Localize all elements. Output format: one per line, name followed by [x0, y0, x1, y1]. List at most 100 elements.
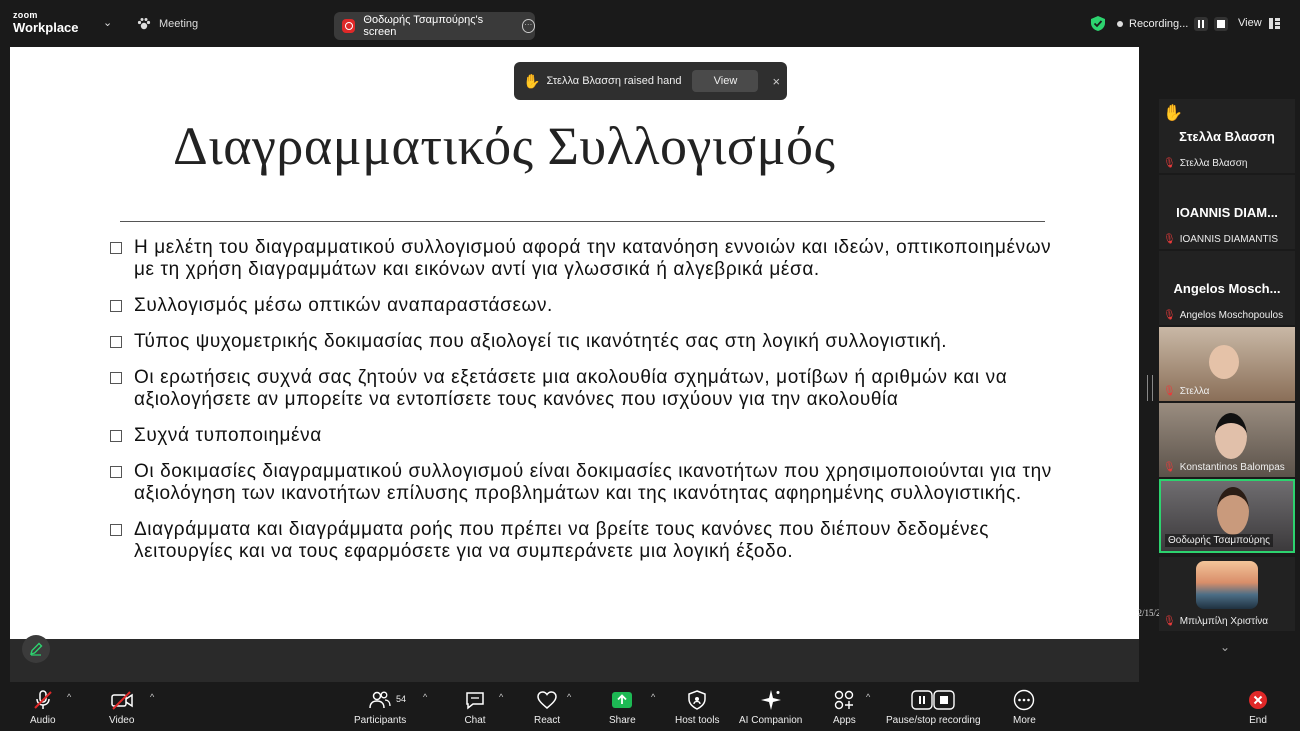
end-meeting-button[interactable]: End [1248, 688, 1268, 726]
share-screen-icon [611, 688, 633, 712]
participant-tile[interactable]: ✋ Στελλα Βλασση 🎙︎ Στελλα Βλασση [1159, 99, 1295, 173]
chat-label: Chat [464, 715, 486, 726]
close-icon[interactable]: × [772, 74, 780, 89]
participant-name-label: 🎙︎ Konstantinos Balompas [1163, 462, 1285, 473]
sparkle-icon [760, 688, 782, 712]
apps-label: Apps [833, 715, 856, 726]
logo-line2: Workplace [13, 20, 79, 35]
pencil-icon [29, 642, 43, 656]
pause-recording-button[interactable] [1194, 17, 1209, 31]
panel-resize-handle[interactable] [1147, 375, 1153, 401]
audio-label: Audio [30, 715, 56, 726]
bullet-list: Η μελέτη του διαγραμματικού συλλογισμού … [110, 237, 1060, 577]
ai-companion-button[interactable]: AI Companion [739, 688, 802, 726]
participant-video-tile[interactable]: 🎙︎ Konstantinos Balompas [1159, 403, 1295, 477]
participant-name-label: 🎙︎ Angelos Moschopoulos [1163, 310, 1284, 321]
participant-tile[interactable]: 🎙︎ Μπιλμπίλη Χριστίνα [1159, 557, 1295, 631]
more-icon [1013, 688, 1035, 712]
checkbox-bullet-icon [110, 524, 122, 536]
stop-recording-button[interactable] [1214, 17, 1229, 31]
screen-share-pill[interactable]: Θοδωρής Τσαμπούρης's screen ··· [334, 12, 535, 40]
bullet-text: Οι δοκιμασίες διαγραμματικού συλλογισμού… [134, 461, 1052, 504]
host-tools-label: Host tools [675, 715, 720, 726]
checkbox-bullet-icon [110, 372, 122, 384]
mic-muted-icon: 🎙︎ [1163, 386, 1176, 397]
mic-muted-icon [32, 688, 54, 712]
bullet-item: Συχνά τυποποιημένα [110, 425, 1060, 447]
chevron-up-icon[interactable]: ^ [423, 692, 427, 702]
view-menu[interactable]: View [1238, 17, 1280, 29]
bullet-item: Συλλογισμός μέσω οπτικών αναπαραστάσεων. [110, 295, 1060, 317]
mic-muted-icon: 🎙︎ [1163, 234, 1176, 245]
security-shield-icon[interactable] [1091, 16, 1105, 36]
participant-tile[interactable]: IOANNIS DIAM... 🎙︎ IOANNIS DIAMANTIS [1159, 175, 1295, 249]
recording-label: Recording... [1129, 18, 1189, 30]
more-options-icon[interactable]: ··· [521, 19, 535, 33]
pause-stop-recording-button[interactable]: Pause/stop recording [886, 688, 981, 726]
bullet-text: Συχνά τυποποιημένα [134, 425, 322, 446]
video-button[interactable]: Video [109, 688, 134, 726]
mic-muted-icon: 🎙︎ [1163, 310, 1176, 321]
more-button[interactable]: More [1013, 688, 1036, 726]
notification-text: Στελλα Βλασση raised hand [546, 75, 682, 87]
more-label: More [1013, 715, 1036, 726]
checkbox-bullet-icon [110, 466, 122, 478]
apps-icon [833, 688, 855, 712]
participant-big-name: Angelos Mosch... [1173, 281, 1281, 296]
mic-muted-icon: 🎙︎ [1163, 462, 1176, 473]
participants-icon [369, 688, 391, 712]
checkbox-bullet-icon [110, 336, 122, 348]
view-button[interactable]: View [692, 70, 759, 92]
host-tools-button[interactable]: Host tools [675, 688, 719, 726]
slide-footer [10, 639, 1139, 682]
end-label: End [1249, 715, 1267, 726]
react-button[interactable]: React [534, 688, 560, 726]
chevron-up-icon[interactable]: ^ [499, 692, 503, 702]
raised-hand-icon: ✋ [523, 72, 541, 89]
video-label: Video [109, 715, 135, 726]
chevron-up-icon[interactable]: ^ [866, 692, 870, 702]
chevron-up-icon[interactable]: ^ [567, 692, 571, 702]
react-label: React [534, 715, 561, 726]
chevron-up-icon[interactable]: ^ [150, 692, 154, 702]
bullet-text: Διαγράμματα και διαγράμματα ροής που πρέ… [134, 519, 989, 562]
chevron-down-icon[interactable]: ⌄ [103, 16, 112, 29]
screen-share-label: Θοδωρής Τσαμπούρης's screen [363, 14, 484, 38]
bullet-item: Οι ερωτήσεις συχνά σας ζητούν να εξετάσε… [110, 367, 1060, 411]
meeting-label: Meeting [159, 18, 199, 30]
scroll-down-chevron-icon[interactable]: ⌄ [1220, 640, 1230, 654]
checkbox-bullet-icon [110, 242, 122, 254]
participant-name-label: Θοδωρής Τσαμπούρης [1165, 534, 1273, 547]
meeting-menu[interactable]: Meeting [137, 17, 198, 31]
chat-button[interactable]: Chat [464, 688, 486, 726]
bullet-text: Η μελέτη του διαγραμματικού συλλογισμού … [134, 237, 1052, 280]
bullet-text: Συλλογισμός μέσω οπτικών αναπαραστάσεων. [134, 295, 553, 316]
chevron-up-icon[interactable]: ^ [651, 692, 655, 702]
participant-name-label: 🎙︎ IOANNIS DIAMANTIS [1163, 234, 1279, 245]
logo-line1: zoom [13, 10, 38, 20]
top-bar: zoom Workplace ⌄ Meeting Θοδωρής Τσαμπού… [0, 0, 1300, 47]
participant-big-name: IOANNIS DIAM... [1176, 205, 1278, 220]
bullet-text: Τύπος ψυχομετρικής δοκιμασίας που αξιολο… [134, 331, 948, 352]
chevron-up-icon[interactable]: ^ [67, 692, 71, 702]
grid-view-icon [1268, 17, 1280, 29]
bullet-text: Οι ερωτήσεις συχνά σας ζητούν να εξετάσε… [134, 367, 1008, 410]
mic-muted-icon: 🎙︎ [1163, 158, 1176, 169]
audio-button[interactable]: Audio [30, 688, 56, 726]
zoom-logo[interactable]: zoom Workplace [13, 10, 79, 35]
heart-react-icon [536, 688, 558, 712]
bullet-item: Οι δοκιμασίες διαγραμματικού συλλογισμού… [110, 461, 1060, 505]
pause-recording-label: Pause/stop recording [886, 715, 981, 726]
checkbox-bullet-icon [110, 300, 122, 312]
participant-video-tile-active[interactable]: Θοδωρής Τσαμπούρης [1159, 479, 1295, 553]
participant-tile[interactable]: Angelos Mosch... 🎙︎ Angelos Moschopoulos [1159, 251, 1295, 325]
share-button[interactable]: Share [609, 688, 636, 726]
pause-icon [1198, 20, 1205, 28]
mic-muted-icon: 🎙︎ [1163, 616, 1176, 627]
profile-picture [1196, 561, 1258, 609]
participant-name-label: 🎙︎ Μπιλμπίλη Χριστίνα [1163, 616, 1269, 627]
annotate-button[interactable] [22, 635, 50, 663]
apps-button[interactable]: Apps [833, 688, 856, 726]
participant-video-tile[interactable]: 🎙︎ Στελλα [1159, 327, 1295, 401]
participant-name-label: 🎙︎ Στελλα Βλασση [1163, 158, 1248, 169]
